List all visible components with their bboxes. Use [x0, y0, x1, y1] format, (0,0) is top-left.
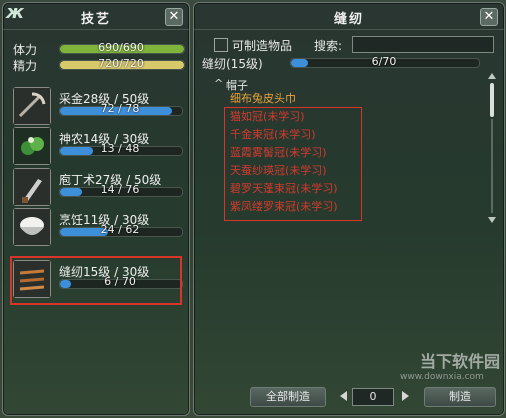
hp-value: 690/690	[98, 41, 144, 54]
search-input[interactable]	[352, 36, 494, 53]
scroll-down-icon	[488, 217, 496, 223]
sewing-titlebar: 缝纫 ✕	[194, 3, 504, 30]
craftable-only-checkbox[interactable]	[214, 38, 228, 52]
quantity-decrease-icon[interactable]	[340, 391, 347, 401]
make-all-button[interactable]: 全部制造	[250, 387, 326, 407]
scroll-track	[491, 119, 493, 213]
knife-icon	[13, 168, 51, 206]
skills-panel-title: 技艺	[80, 12, 111, 27]
skill-row[interactable]: 神农14级 / 30级 13 / 48	[13, 127, 183, 167]
scroll-up-icon	[488, 73, 496, 79]
rice-bowl-icon	[13, 208, 51, 246]
scroll-thumb	[490, 83, 494, 117]
sewing-level-label: 缝纫(15级)	[202, 57, 263, 71]
sewing-skill-highlight	[10, 256, 182, 305]
skill-progress-value: 13 / 48	[100, 142, 140, 155]
skills-panel: ж 技艺 ✕ 体力 690/690 精力 720/720 采金28级 / 50级…	[2, 2, 190, 416]
mp-value: 720/720	[98, 57, 144, 70]
skills-titlebar: ж 技艺 ✕	[3, 2, 189, 30]
quantity-increase-icon[interactable]	[402, 391, 409, 401]
quantity-input[interactable]: 0	[352, 388, 394, 406]
skill-row[interactable]: 采金28级 / 50级 72 / 78	[13, 87, 183, 127]
search-label: 搜索:	[314, 39, 343, 53]
pickaxe-icon	[13, 87, 51, 125]
make-button[interactable]: 制造	[424, 387, 496, 407]
watermark-url: www.downxia.com	[400, 372, 484, 382]
sewing-close-button[interactable]: ✕	[480, 8, 498, 26]
skill-row[interactable]: 烹饪11级 / 30级 24 / 62	[13, 208, 183, 248]
recipe-highlight	[224, 107, 362, 221]
craftable-only-label: 可制造物品	[232, 39, 293, 53]
sewing-panel-title: 缝纫	[333, 12, 364, 27]
skills-close-button[interactable]: ✕	[165, 8, 183, 26]
herb-icon	[13, 127, 51, 165]
skill-progress-value: 24 / 62	[100, 223, 140, 236]
mp-label: 精力	[13, 59, 38, 73]
skill-row[interactable]: 庖丁术27级 / 50级 14 / 76	[13, 168, 183, 208]
watermark-text: 当下软件园	[420, 352, 501, 371]
recipe-item[interactable]: 细布兔皮头巾	[230, 90, 296, 106]
skill-progress-value: 72 / 78	[100, 102, 140, 115]
sewing-level-value: 6/70	[371, 55, 397, 68]
skill-progress-value: 14 / 76	[100, 183, 140, 196]
category-collapse-icon[interactable]: ^	[214, 77, 223, 90]
recipe-scrollbar[interactable]	[488, 73, 496, 223]
hp-label: 体力	[13, 43, 38, 57]
